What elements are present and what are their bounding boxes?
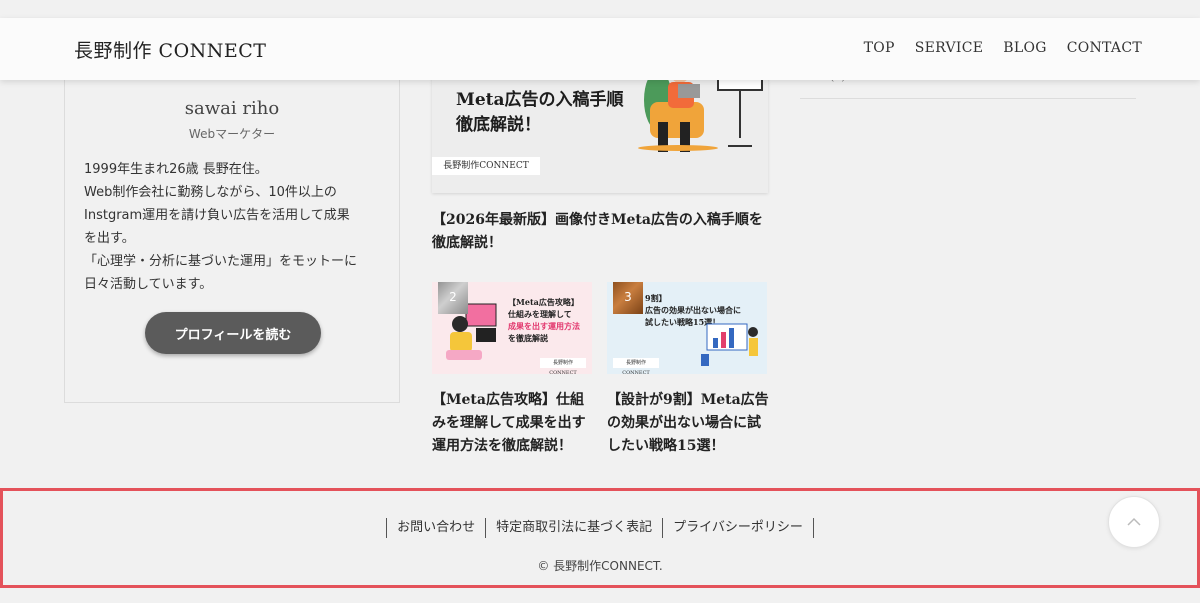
profile-card: sawai riho Webマーケター 1999年生まれ26歳 長野在住。 We… (64, 60, 400, 403)
featured-article-title[interactable]: 【2026年最新版】画像付きMeta広告の入稿手順を徹底解説！ (432, 209, 772, 255)
footer-link-privacy-policy[interactable]: プライバシーポリシー (663, 518, 813, 538)
article-card-thumbnail[interactable]: 【Meta広告攻略】 仕組みを理解して 成果を出す運用方法 を徹底解説 長野制作… (432, 282, 592, 374)
card-thumb-line: 広告の効果が出ない場合に (645, 305, 741, 315)
card-thumb-line: 9割】 (645, 293, 667, 303)
sidebar-divider (800, 98, 1136, 99)
card-thumb-line: 成果を出す運用方法 (508, 321, 580, 331)
footer-link-separator (812, 518, 814, 538)
card-thumb-line: 仕組みを理解して (508, 309, 572, 319)
profile-bio-line: 1999年生まれ26歳 長野在住。 (84, 162, 268, 177)
footer-links: お問い合わせ 特定商取引法に基づく表記 プライバシーポリシー (3, 518, 1197, 538)
back-to-top-button[interactable] (1108, 496, 1160, 548)
card-thumb-brand: 長野制作CONNECT (540, 358, 586, 374)
profile-name: sawai riho (184, 98, 280, 119)
nav-blog[interactable]: BLOG (1003, 40, 1046, 56)
featured-thumb-brand: 長野制作CONNECT (432, 157, 540, 175)
global-nav: TOP SERVICE BLOG CONTACT (864, 40, 1142, 56)
site-logo[interactable]: 長野制作 CONNECT (74, 36, 266, 63)
article-card-title[interactable]: 【Meta広告攻略】仕組みを理解して成果を出す運用方法を徹底解説！ (432, 389, 594, 458)
profile-bio: 1999年生まれ26歳 長野在住。 Web制作会社に勤務しながら、10件以上の … (84, 158, 384, 296)
profile-role: Webマーケター (188, 127, 276, 141)
site-header: 長野制作 CONNECT TOP SERVICE BLOG CONTACT (0, 18, 1200, 80)
card-thumb-text: 【Meta広告攻略】 仕組みを理解して 成果を出す運用方法 を徹底解説 (508, 296, 580, 344)
profile-bio-line: Instgram運用を請け負い広告を活用して成果 (84, 208, 350, 223)
article-card-thumbnail[interactable]: 9割】 広告の効果が出ない場合に 試したい戦略15選！ 長野制作CONNECT … (607, 282, 767, 374)
nav-service[interactable]: SERVICE (915, 40, 984, 56)
profile-bio-line: を出す。 (84, 231, 135, 246)
analytics-chart-illustration (701, 323, 758, 366)
site-footer: お問い合わせ 特定商取引法に基づく表記 プライバシーポリシー © 長野制作CON… (0, 488, 1200, 588)
featured-thumb-title: Meta広告の入稿手順 徹底解説！ (456, 88, 624, 138)
card-thumb-line: を徹底解説 (508, 333, 548, 343)
ranking-badge-icon: 3 (613, 282, 643, 314)
card-thumb-line: 【Meta広告攻略】 (508, 297, 579, 307)
nav-contact[interactable]: CONTACT (1067, 40, 1142, 56)
card-thumb-brand: 長野制作CONNECT (613, 358, 659, 374)
profile-bio-line: Web制作会社に勤務しながら、10件以上の (84, 185, 337, 200)
ranking-badge-icon: 2 (438, 282, 468, 314)
footer-link-commercial-transactions[interactable]: 特定商取引法に基づく表記 (486, 518, 662, 538)
copyright-text: © 長野制作CONNECT. (537, 559, 663, 573)
read-profile-button[interactable]: プロフィールを読む (145, 312, 321, 354)
profile-bio-line: 「心理学・分析に基づいた運用」をモットーに (84, 254, 358, 269)
chevron-up-icon (1127, 517, 1141, 526)
profile-bio-line: 日々活動しています。 (84, 277, 213, 292)
nav-top[interactable]: TOP (864, 40, 895, 56)
featured-thumb-title-line: 徹底解説！ (456, 115, 541, 135)
article-card-title[interactable]: 【設計が9割】Meta広告の効果が出ない場合に試したい戦略15選！ (607, 389, 769, 458)
footer-link-contact[interactable]: お問い合わせ (387, 518, 485, 538)
featured-thumb-title-line: Meta広告の入稿手順 (456, 90, 624, 110)
